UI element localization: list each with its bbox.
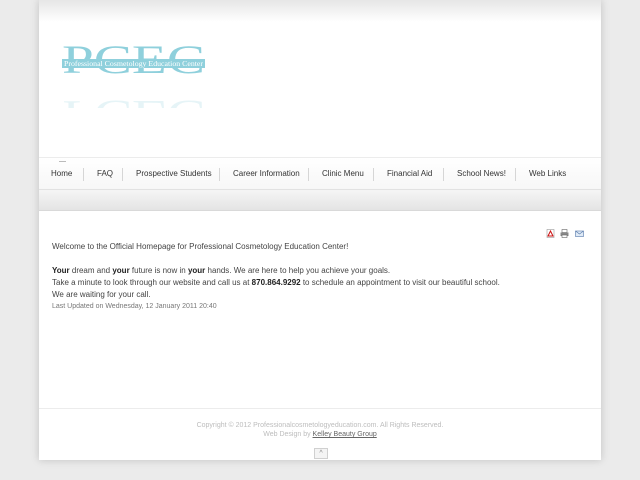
nav-prospective-students[interactable]: Prospective Students xyxy=(136,158,212,190)
article-content: Welcome to the Official Homepage for Pro… xyxy=(52,241,572,313)
nav-separator xyxy=(443,168,444,181)
text-segment: to schedule an appointment to visit our … xyxy=(300,278,500,287)
intro-line: Your dream and your future is now in you… xyxy=(52,265,572,277)
page-container: PCEC PCEC Professional Cosmetology Educa… xyxy=(39,0,601,460)
logo-letters-group: PCEC PCEC xyxy=(62,40,205,108)
footer: Copyright © 2012 Professionalcosmetology… xyxy=(39,421,601,439)
text-segment: Take a minute to look through our websit… xyxy=(52,278,252,287)
nav-clinic-menu[interactable]: Clinic Menu xyxy=(322,158,364,190)
text-segment: future is now in xyxy=(129,266,188,275)
nav-separator xyxy=(219,168,220,181)
nav-separator xyxy=(83,168,84,181)
nav-separator xyxy=(308,168,309,181)
emphasis-your: Your xyxy=(52,266,70,275)
nav-separator xyxy=(515,168,516,181)
nav-separator xyxy=(122,168,123,181)
footer-divider xyxy=(39,408,601,409)
emphasis-your: your xyxy=(112,266,130,275)
logo-letters-reflection: PCEC xyxy=(62,92,205,108)
last-updated: Last Updated on Wednesday, 12 January 20… xyxy=(52,303,217,310)
emphasis-your: your xyxy=(187,266,206,275)
nav-home[interactable]: Home xyxy=(51,158,72,190)
header-gradient xyxy=(39,0,601,22)
print-icon[interactable] xyxy=(560,229,569,238)
phone-number: 870.864.9292 xyxy=(251,278,301,287)
waiting-line: We are waiting for your call. xyxy=(52,290,151,299)
nav-separator xyxy=(373,168,374,181)
pdf-icon[interactable] xyxy=(546,229,555,238)
design-link[interactable]: Kelley Beauty Group xyxy=(313,431,377,438)
nav-web-links[interactable]: Web Links xyxy=(529,158,566,190)
copyright-text: Copyright © 2012 Professionalcosmetology… xyxy=(196,422,444,429)
logo-tagline: Professional Cosmetology Education Cente… xyxy=(64,60,204,68)
subheader-bar xyxy=(39,189,601,211)
design-credit: Web Design by Kelley Beauty Group xyxy=(39,430,601,439)
email-icon[interactable] xyxy=(575,229,584,238)
back-to-top-button[interactable]: ^ xyxy=(314,448,328,459)
nav-school-news[interactable]: School News! xyxy=(457,158,506,190)
welcome-text: Welcome to the Official Homepage for Pro… xyxy=(52,242,349,251)
call-line: Take a minute to look through our websit… xyxy=(52,277,572,289)
nav-career-information[interactable]: Career Information xyxy=(233,158,300,190)
main-nav: Home FAQ Prospective Students Career Inf… xyxy=(39,157,601,190)
site-logo[interactable]: PCEC PCEC Professional Cosmetology Educa… xyxy=(62,40,205,108)
nav-faq[interactable]: FAQ xyxy=(97,158,113,190)
design-prefix: Web Design by xyxy=(263,431,313,438)
text-segment: hands. We are here to help you achieve y… xyxy=(205,266,391,275)
text-segment: dream and xyxy=(69,266,113,275)
nav-financial-aid[interactable]: Financial Aid xyxy=(387,158,432,190)
